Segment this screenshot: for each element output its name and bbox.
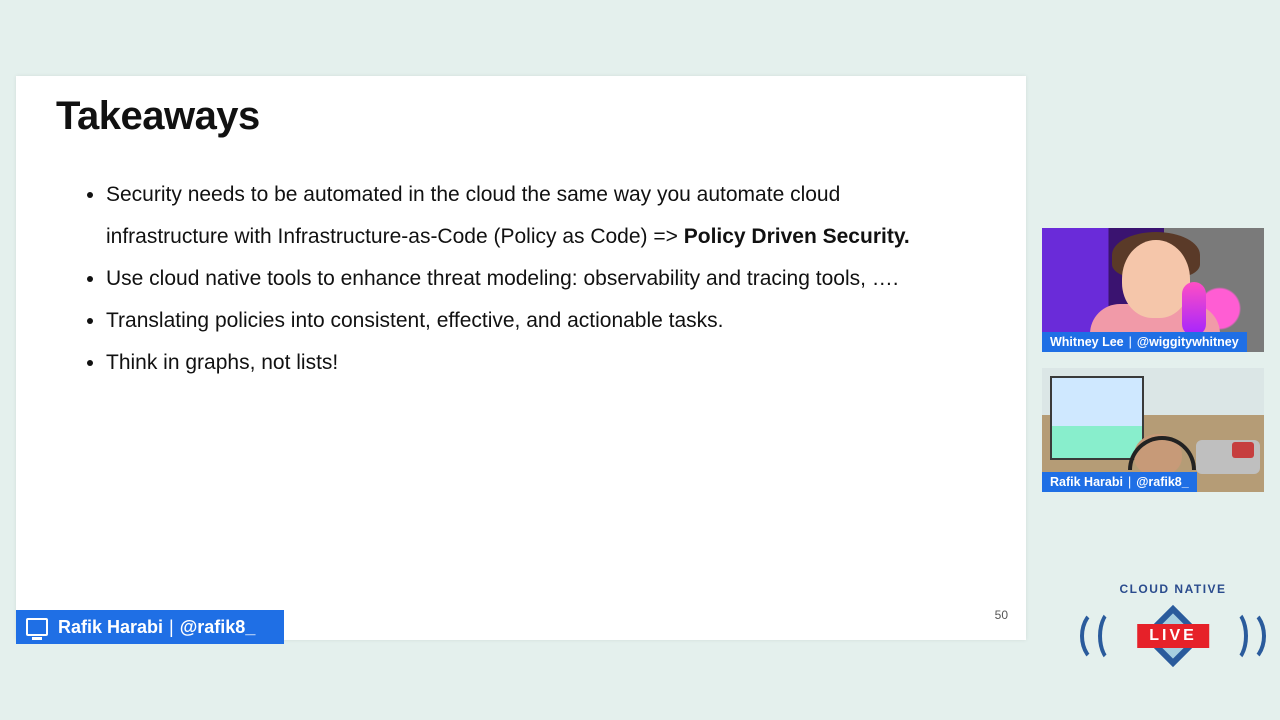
- broadcast-waves-right-icon: [1218, 609, 1246, 663]
- presenter-name: Rafik Harabi: [58, 617, 163, 638]
- slide-page-number: 50: [995, 608, 1008, 622]
- webcam-2-handle: @rafik8_: [1136, 475, 1189, 489]
- separator-icon: |: [1129, 335, 1132, 349]
- broadcast-waves-left-icon: [1100, 609, 1128, 663]
- bullet-1: Security needs to be automated in the cl…: [106, 174, 946, 258]
- bullet-4: Think in graphs, not lists!: [106, 342, 946, 384]
- person-head-shape: [1122, 240, 1190, 318]
- webcam-thumbnail-1: Whitney Lee | @wiggitywhitney: [1042, 228, 1264, 352]
- presenter-handle: @rafik8_: [180, 617, 256, 638]
- webcam-2-label: Rafik Harabi | @rafik8_: [1042, 472, 1197, 492]
- webcam-1-label: Whitney Lee | @wiggitywhitney: [1042, 332, 1247, 352]
- screen-share-icon: [26, 618, 48, 636]
- live-badge: LIVE: [1137, 624, 1209, 648]
- webcam-1-handle: @wiggitywhitney: [1137, 335, 1239, 349]
- microphone-icon: [1182, 282, 1206, 336]
- logo-mark: LIVE: [1100, 602, 1246, 670]
- cloud-native-live-logo: CLOUD NATIVE LIVE: [1100, 582, 1246, 670]
- webcam-2-name: Rafik Harabi: [1050, 475, 1123, 489]
- slide-title: Takeaways: [56, 94, 260, 139]
- separator-icon: |: [1128, 475, 1131, 489]
- webcam-thumbnail-2: Rafik Harabi | @rafik8_: [1042, 368, 1264, 492]
- bullet-1-bold: Policy Driven Security.: [684, 225, 910, 248]
- slide-bullets: Security needs to be automated in the cl…: [82, 174, 946, 384]
- presenter-lower-third: Rafik Harabi | @rafik8_: [16, 610, 284, 644]
- pillow-shape: [1232, 442, 1254, 458]
- webcam-1-name: Whitney Lee: [1050, 335, 1124, 349]
- window-shape: [1050, 376, 1144, 460]
- separator-icon: |: [169, 617, 174, 638]
- bullet-2: Use cloud native tools to enhance threat…: [106, 258, 946, 300]
- logo-heading: CLOUD NATIVE: [1100, 582, 1246, 596]
- bullet-3: Translating policies into consistent, ef…: [106, 300, 946, 342]
- presentation-slide: Takeaways Security needs to be automated…: [16, 76, 1026, 640]
